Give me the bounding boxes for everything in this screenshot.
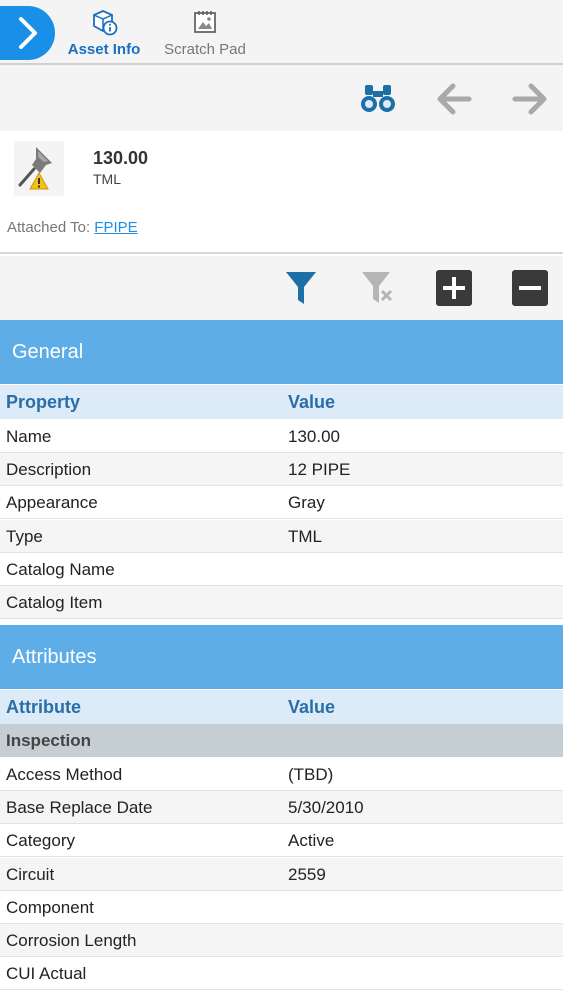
general-section-title[interactable]: General [0, 320, 563, 384]
tab-scratch-pad-label: Scratch Pad [164, 41, 246, 58]
navigation-toolbar [0, 65, 563, 131]
tab-asset-info[interactable]: Asset Info [64, 8, 144, 58]
row-value: 2559 [288, 864, 326, 884]
row-label: Category [6, 831, 75, 851]
attributes-header-row: Attribute Value [0, 690, 563, 724]
expand-all-button[interactable] [436, 270, 472, 306]
table-row[interactable]: Category Active [0, 824, 563, 858]
table-row[interactable]: CUI Actual [0, 957, 563, 991]
row-value: Active [288, 831, 335, 851]
pushpin-warning-icon [14, 141, 64, 196]
row-value: 130.00 [288, 427, 340, 446]
minus-icon [512, 270, 548, 306]
attributes-section-title[interactable]: Attributes [0, 625, 563, 689]
group-label: Inspection [6, 731, 92, 750]
collapse-all-button[interactable] [512, 270, 548, 306]
clear-filter-button[interactable] [359, 270, 395, 306]
asset-info-icon [93, 10, 118, 36]
row-value: 12 PIPE [288, 460, 351, 480]
top-tab-bar: Asset Info Scratch Pad [0, 0, 563, 65]
filter-toolbar [0, 256, 563, 320]
table-row[interactable]: Appearance Gray [0, 486, 563, 520]
scratch-pad-icon [194, 11, 216, 33]
row-value: TML [288, 526, 322, 546]
find-button[interactable] [358, 79, 398, 119]
clear-filter-icon [362, 272, 393, 303]
plus-icon [436, 270, 472, 306]
chevron-right-icon [18, 17, 37, 49]
arrow-right-icon [512, 83, 547, 115]
row-value: (TBD) [288, 765, 334, 784]
table-row[interactable]: Catalog Name [0, 553, 563, 586]
row-value: Gray [288, 493, 325, 513]
table-row[interactable]: Catalog Item [0, 586, 563, 619]
next-button[interactable] [510, 79, 550, 119]
previous-button[interactable] [434, 79, 474, 119]
row-label: Circuit [6, 864, 55, 884]
asset-header: 130.00 TML Attached To: FPIPE [0, 131, 563, 254]
row-label: CUI Actual [6, 964, 87, 984]
attached-to: Attached To: FPIPE [7, 219, 138, 236]
attribute-column-header: Attribute [6, 697, 81, 717]
filter-button[interactable] [283, 270, 319, 306]
inspection-group-row[interactable]: Inspection [0, 724, 563, 757]
table-row[interactable]: Corrosion Length [0, 924, 563, 957]
attached-to-label: Attached To: [7, 219, 91, 236]
row-label: Name [6, 427, 52, 446]
row-label: Base Replace Date [6, 798, 153, 818]
general-header-row: Property Value [0, 385, 563, 419]
table-row[interactable]: Circuit 2559 [0, 857, 563, 891]
row-label: Catalog Name [6, 559, 115, 579]
attached-to-link[interactable]: FPIPE [94, 219, 137, 236]
back-button[interactable] [0, 6, 55, 60]
row-label: Type [6, 526, 43, 546]
row-value: 5/30/2010 [288, 798, 364, 818]
arrow-left-icon [437, 83, 472, 115]
table-row[interactable]: Type TML [0, 519, 563, 553]
row-label: Access Method [6, 765, 123, 784]
tab-asset-info-label: Asset Info [67, 41, 141, 58]
binoculars-icon [361, 85, 395, 112]
row-label: Appearance [6, 493, 98, 513]
table-row[interactable]: Description 12 PIPE [0, 453, 563, 487]
value-column-header: Value [288, 392, 336, 412]
asset-name: 130.00 [93, 148, 149, 168]
row-label: Corrosion Length [6, 931, 137, 950]
asset-type: TML [93, 171, 121, 187]
row-label: Description [6, 460, 92, 480]
table-row[interactable]: Base Replace Date 5/30/2010 [0, 791, 563, 825]
value-column-header: Value [288, 697, 336, 717]
tab-scratch-pad[interactable]: Scratch Pad [160, 8, 250, 58]
property-column-header: Property [6, 392, 81, 412]
table-row[interactable]: Component [0, 891, 563, 924]
filter-icon [286, 272, 316, 304]
row-label: Catalog Item [6, 593, 103, 612]
row-label: Component [6, 897, 94, 917]
table-row[interactable]: Access Method (TBD) [0, 758, 563, 791]
table-row[interactable]: Name 130.00 [0, 420, 563, 453]
